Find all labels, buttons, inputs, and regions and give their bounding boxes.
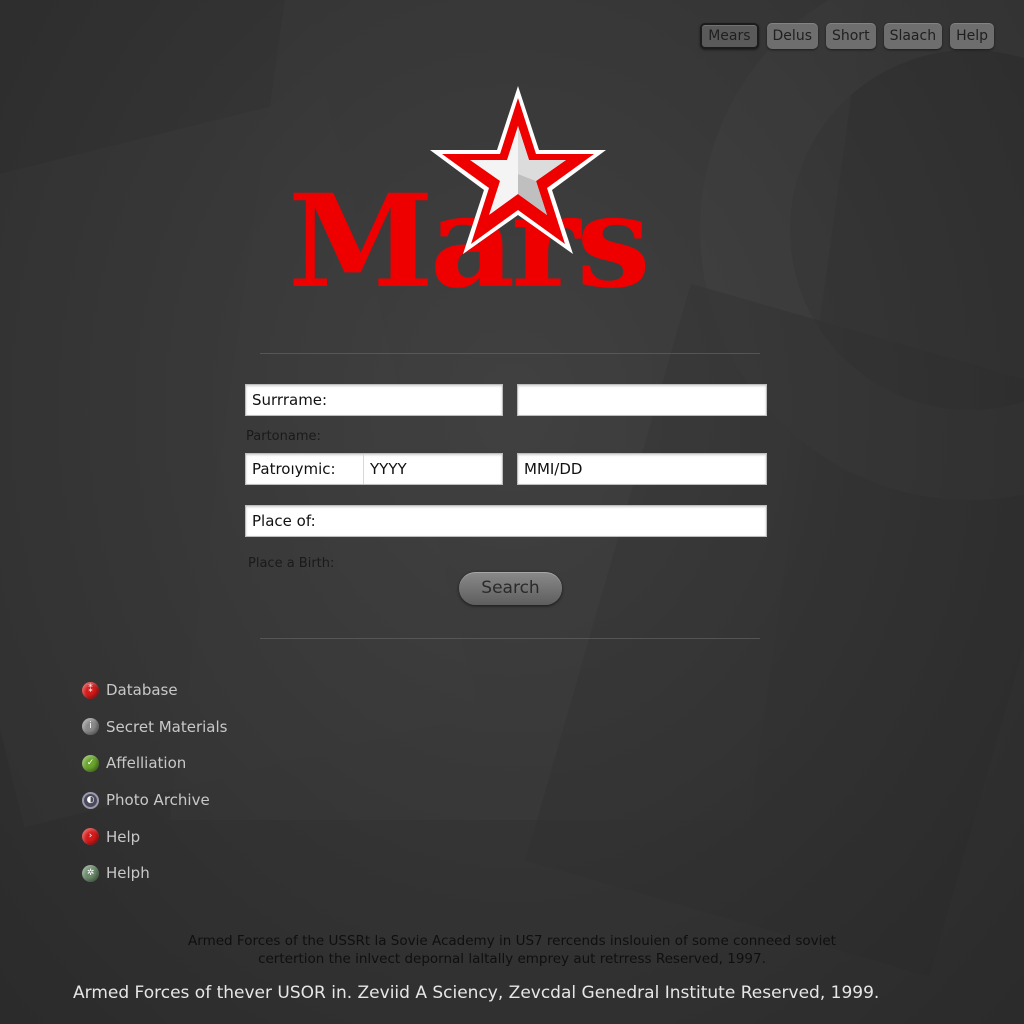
- sidebar-item-label: Secret Materials: [106, 717, 228, 736]
- red-dot-icon: ⁑: [82, 681, 99, 699]
- sidebar-item-affelliation[interactable]: ✓ Affelliation: [82, 745, 227, 782]
- sidebar-item-label: Helph: [106, 864, 150, 883]
- sidebar-item-label: Help: [106, 827, 141, 846]
- sidebar-item-label: Database: [106, 681, 178, 700]
- birth-date-input[interactable]: MMI/DD: [517, 453, 767, 485]
- footer-line-2: certertion the inlvect depornal laltally…: [258, 951, 766, 967]
- nav-button-short[interactable]: Short: [825, 23, 876, 49]
- partoname-label: Partoname:: [246, 429, 321, 444]
- sidebar-item-secret-materials[interactable]: i Secret Materials: [82, 709, 227, 746]
- search-button[interactable]: Search: [459, 572, 562, 605]
- red-star-icon: [430, 86, 606, 254]
- sidebar-item-helph[interactable]: ✲ Helph: [82, 855, 227, 892]
- footer-notice: Armed Forces of the USSRt la Sovie Acade…: [0, 932, 1024, 968]
- field-separator: [363, 454, 364, 484]
- divider: [260, 638, 760, 639]
- top-navigation: Mears Delus Short Slaach Help: [700, 23, 994, 49]
- site-logo: Mars: [288, 84, 738, 306]
- sidebar-menu: ⁑ Database i Secret Materials ✓ Affellia…: [82, 672, 227, 892]
- footer-line-1: Armed Forces of the USSRt la Sovie Acade…: [188, 933, 836, 949]
- divider: [260, 353, 760, 354]
- patronymic-input[interactable]: Patroıymic: YYYY: [245, 453, 503, 485]
- nav-button-delus[interactable]: Delus: [766, 23, 818, 49]
- footer-copyright: Armed Forces of thever USOR in. Zeviid A…: [73, 983, 880, 1003]
- photo-icon: ◐: [82, 791, 99, 809]
- help-red-icon: ›: [82, 828, 99, 846]
- nav-button-help[interactable]: Help: [950, 23, 994, 49]
- nav-button-slaach[interactable]: Slaach: [883, 23, 943, 49]
- name-input[interactable]: [517, 384, 767, 416]
- nav-button-mears[interactable]: Mears: [700, 23, 759, 49]
- year-placeholder[interactable]: YYYY: [370, 454, 407, 484]
- surname-input[interactable]: Surrrame:: [245, 384, 503, 416]
- help-green-icon: ✲: [82, 864, 99, 882]
- sidebar-item-label: Affelliation: [106, 754, 187, 773]
- sidebar-item-photo-archive[interactable]: ◐ Photo Archive: [82, 782, 227, 819]
- birth-date-placeholder: MMI/DD: [524, 460, 583, 478]
- sidebar-item-database[interactable]: ⁑ Database: [82, 672, 227, 709]
- info-icon: i: [82, 718, 99, 736]
- sidebar-item-label: Photo Archive: [106, 791, 210, 810]
- surname-placeholder: Surrrame:: [252, 391, 328, 409]
- patronymic-placeholder: Patroıymic:: [252, 460, 336, 478]
- place-placeholder: Place of:: [252, 512, 316, 530]
- check-icon: ✓: [82, 754, 99, 772]
- place-of-birth-input[interactable]: Place of:: [245, 505, 767, 537]
- place-of-birth-label: Place a Birth:: [248, 556, 335, 571]
- sidebar-item-help[interactable]: › Help: [82, 818, 227, 855]
